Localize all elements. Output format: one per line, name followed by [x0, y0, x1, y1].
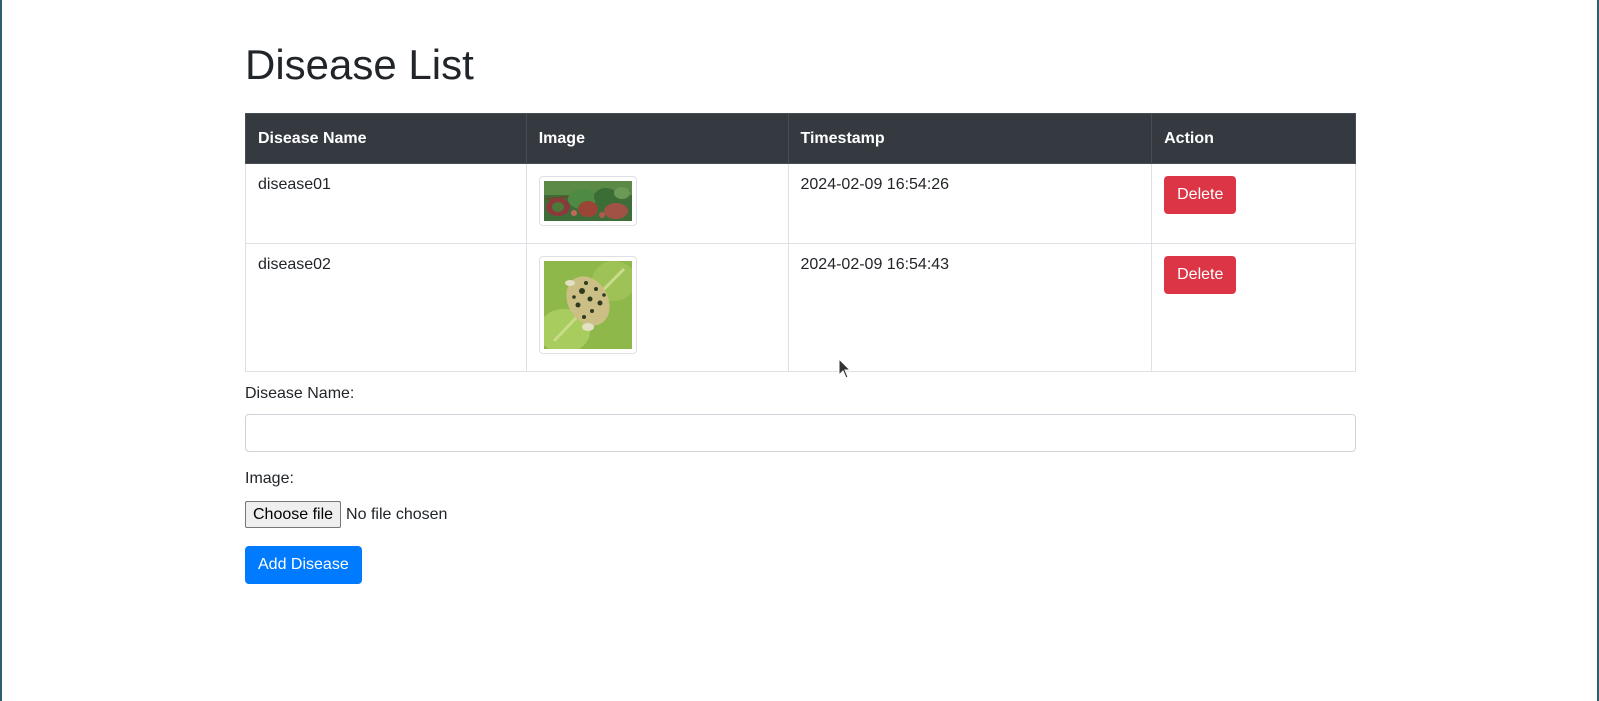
timestamp-cell: 2024-02-09 16:54:43: [787, 243, 1153, 372]
disease-name-cell: disease02: [245, 243, 527, 372]
disease-name-label: Disease Name:: [245, 385, 355, 402]
image-label: Image:: [245, 470, 294, 487]
disease-name-input[interactable]: [245, 414, 1356, 452]
file-input[interactable]: Choose file No file chosen: [245, 501, 448, 529]
column-header-timestamp: Timestamp: [787, 113, 1153, 164]
leaf-image-1: [543, 181, 632, 221]
delete-button[interactable]: Delete: [1164, 256, 1237, 294]
action-cell: Delete: [1151, 243, 1356, 372]
table-row: disease01 2024-02-09 16:54:26 Delete: [245, 163, 1356, 244]
choose-file-button[interactable]: Choose file: [245, 501, 342, 529]
page-title: Disease List: [245, 41, 474, 88]
column-header-action: Action: [1151, 113, 1356, 164]
leaf-image-2: [543, 261, 632, 349]
column-header-image: Image: [525, 113, 789, 164]
mouse-cursor-icon: [838, 358, 852, 379]
action-cell: Delete: [1151, 163, 1356, 244]
disease-name-cell: disease01: [245, 163, 527, 244]
add-disease-button[interactable]: Add Disease: [245, 546, 362, 584]
column-header-disease-name: Disease Name: [245, 113, 527, 164]
table-row: disease02 2024-02-09 16:54:43 Delete: [245, 243, 1356, 372]
delete-button[interactable]: Delete: [1164, 176, 1237, 214]
leaf-photo-thumbnail: [538, 256, 637, 354]
table-header-row: Disease Name Image Timestamp Action: [245, 113, 1356, 164]
timestamp-cell: 2024-02-09 16:54:26: [787, 163, 1153, 244]
leaf-photo-thumbnail: [538, 176, 637, 226]
file-status-text: No file chosen: [346, 505, 448, 523]
disease-table: Disease Name Image Timestamp Action dise…: [245, 113, 1356, 372]
image-cell: [525, 243, 789, 372]
image-cell: [525, 163, 789, 244]
